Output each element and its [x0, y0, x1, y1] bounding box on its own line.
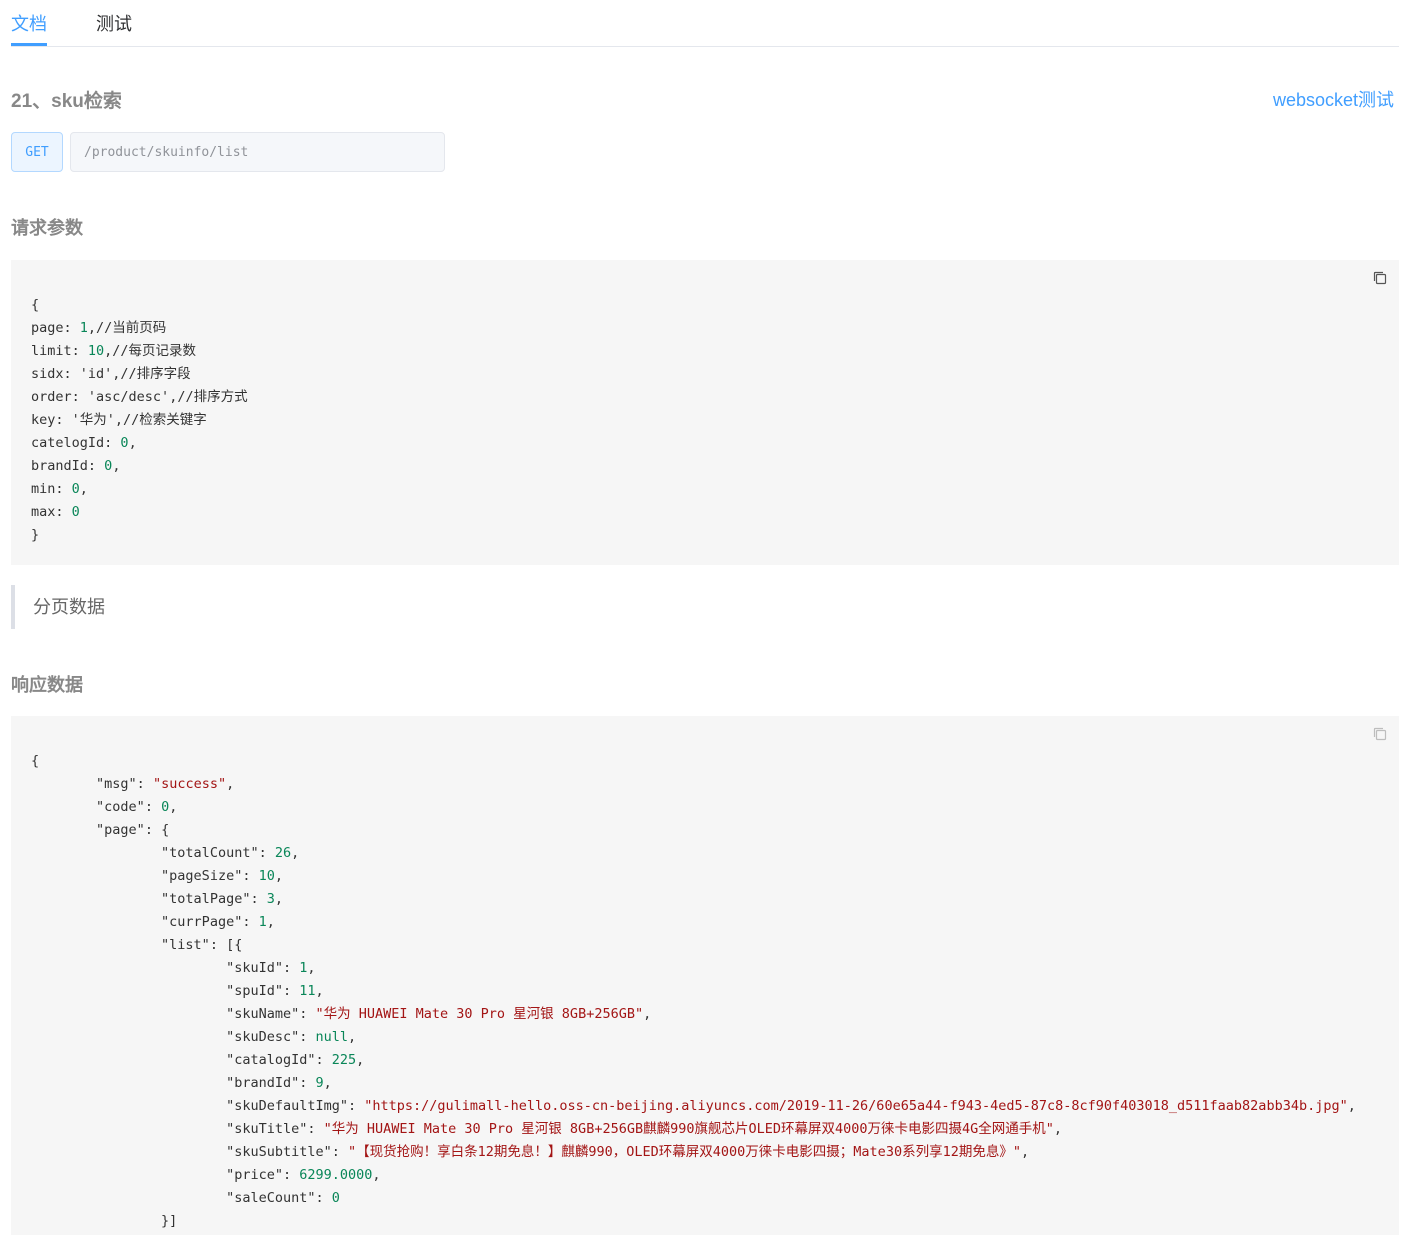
code-key: "spuId" — [226, 983, 283, 999]
code-value: 1 — [79, 320, 88, 336]
code-punct: , — [1020, 1144, 1030, 1160]
request-params-title: 请求参数 — [11, 218, 83, 238]
code-comment: ,//排序字段 — [112, 366, 191, 382]
code-key: page — [31, 320, 64, 336]
code-key: "page" — [96, 822, 145, 838]
code-punct: [{ — [226, 937, 243, 953]
response-data-title: 响应数据 — [11, 675, 83, 695]
code-value: 0 — [331, 1190, 340, 1206]
copy-icon[interactable] — [1372, 270, 1388, 286]
code-value: 6299.0000 — [299, 1167, 373, 1183]
code-key: "saleCount" — [226, 1190, 316, 1206]
code-key: "brandId" — [226, 1075, 300, 1091]
code-value: null — [315, 1029, 349, 1045]
code-punct: , — [266, 914, 275, 930]
code-comment: , — [79, 481, 88, 497]
code-comment: ,//排序方式 — [169, 389, 248, 405]
code-punct: , — [643, 1006, 652, 1022]
code-punct: , — [323, 1075, 332, 1091]
code-key: "catalogId" — [226, 1052, 316, 1068]
code-punct: { — [161, 822, 170, 838]
code-key: "totalPage" — [161, 891, 251, 907]
response-code: { "msg": "success", "code": 0, "page": {… — [31, 753, 1356, 1229]
code-punct: , — [348, 1029, 357, 1045]
code-punct: , — [356, 1052, 365, 1068]
code-key: min — [31, 481, 56, 497]
code-value: "success" — [152, 776, 227, 792]
code-key: key — [31, 412, 56, 428]
code-key: max — [31, 504, 56, 520]
code-value: 0 — [161, 799, 170, 815]
code-comment: ,//检索关键字 — [114, 412, 207, 428]
tab-test[interactable]: 测试 — [96, 10, 132, 36]
code-key: brandId — [31, 458, 88, 474]
code-key: "skuId" — [226, 960, 283, 976]
code-value: 'id' — [79, 366, 113, 382]
code-punct: , — [1053, 1121, 1063, 1137]
code-punct: , — [1347, 1098, 1356, 1114]
api-title: 21、sku检索 — [11, 91, 122, 112]
tab-docs[interactable]: 文档 — [11, 10, 47, 36]
code-value: 1 — [258, 914, 267, 930]
code-value: 11 — [299, 983, 316, 999]
code-key: "price" — [226, 1167, 283, 1183]
request-code: { page: 1,//当前页码 limit: 10,//每页记录数 sidx:… — [31, 297, 248, 543]
code-value: 26 — [274, 845, 292, 861]
code-punct: , — [372, 1167, 381, 1183]
code-key: "list" — [161, 937, 210, 953]
code-value: 10 — [258, 868, 275, 884]
websocket-test-link[interactable]: websocket测试 — [1273, 86, 1394, 112]
code-key: limit — [31, 343, 72, 359]
code-brace: } — [31, 527, 40, 543]
code-key: "totalCount" — [161, 845, 259, 861]
code-punct: , — [307, 960, 316, 976]
code-key: "skuTitle" — [226, 1121, 308, 1137]
code-value: '华为' — [71, 412, 115, 428]
note-quote: 分页数据 — [11, 585, 105, 629]
code-value: 9 — [315, 1075, 324, 1091]
code-comment: , — [128, 435, 137, 451]
code-key: catelogId — [31, 435, 105, 451]
code-value: "华为 HUAWEI Mate 30 Pro 星河银 8GB+256GB" — [315, 1006, 644, 1022]
code-brace: { — [31, 753, 40, 769]
code-value: 3 — [266, 891, 275, 907]
doc-tabs: 文档 测试 — [11, 0, 1399, 47]
code-punct: , — [226, 776, 235, 792]
code-comment: ,//当前页码 — [87, 320, 167, 336]
code-key: "skuName" — [226, 1006, 300, 1022]
code-key: "skuDesc" — [226, 1029, 300, 1045]
code-value: 0 — [120, 435, 129, 451]
api-url-field[interactable] — [70, 132, 445, 172]
code-value: 0 — [71, 481, 80, 497]
code-punct: , — [291, 845, 300, 861]
code-key: "currPage" — [161, 914, 243, 930]
code-punct: , — [274, 868, 283, 884]
code-key: sidx — [31, 366, 64, 382]
code-value: 'asc/desc' — [87, 389, 170, 405]
code-brace: { — [31, 297, 40, 313]
code-key: "msg" — [96, 776, 137, 792]
code-value: "https://gulimall-hello.oss-cn-beijing.a… — [364, 1098, 1348, 1114]
code-value: 10 — [87, 343, 105, 359]
code-punct: , — [169, 799, 178, 815]
code-key: "skuSubtitle" — [226, 1144, 332, 1160]
code-punct: , — [274, 891, 283, 907]
code-key: order — [31, 389, 72, 405]
code-comment: ,//每页记录数 — [104, 343, 197, 359]
code-value: 0 — [71, 504, 80, 520]
code-brace: }] — [161, 1213, 178, 1229]
code-key: "pageSize" — [161, 868, 243, 884]
code-value: 225 — [331, 1052, 357, 1068]
request-code-block: { page: 1,//当前页码 limit: 10,//每页记录数 sidx:… — [11, 260, 1399, 565]
code-comment: , — [112, 458, 121, 474]
code-key: "code" — [96, 799, 145, 815]
code-value: "华为 HUAWEI Mate 30 Pro 星河银 8GB+256GB麒麟99… — [323, 1121, 1054, 1137]
code-value: "【现货抢购！享白条12期免息！】麒麟990，OLED环幕屏双4000万徕卡电影… — [348, 1144, 1021, 1160]
code-key: "skuDefaultImg" — [226, 1098, 348, 1114]
active-tab-indicator — [11, 43, 47, 46]
http-method-badge: GET — [11, 132, 63, 172]
copy-icon[interactable] — [1372, 726, 1388, 742]
code-punct: , — [315, 983, 324, 999]
response-code-block: { "msg": "success", "code": 0, "page": {… — [11, 716, 1399, 1235]
